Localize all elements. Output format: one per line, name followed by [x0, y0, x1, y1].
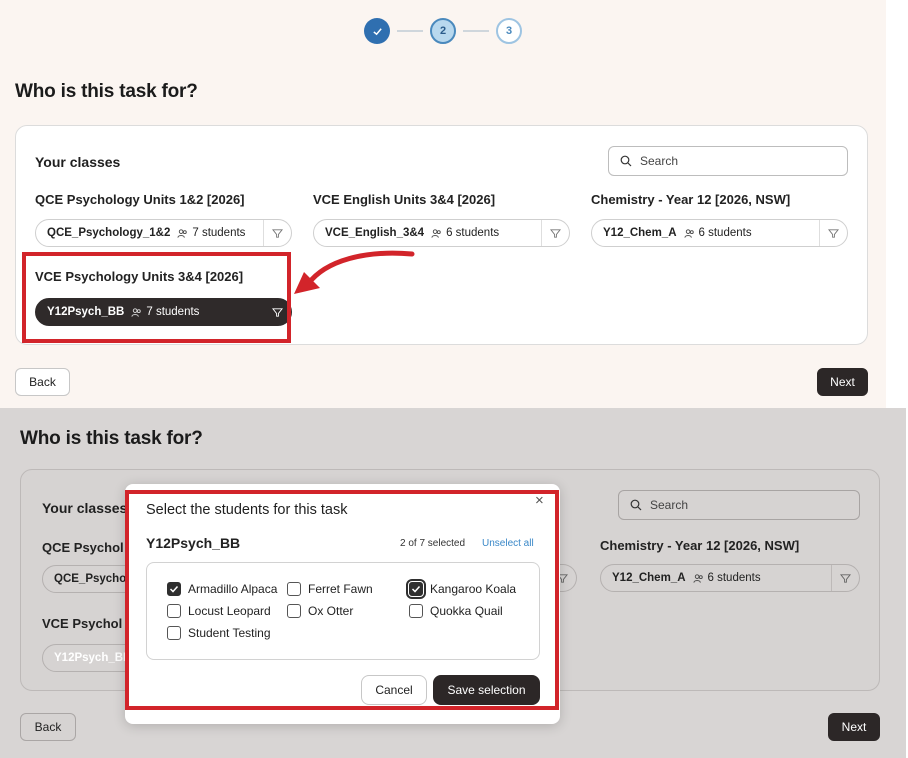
page-title: Who is this task for?: [15, 81, 198, 102]
class-title: VCE Psychol: [42, 616, 123, 631]
step-2-current: 2: [430, 18, 456, 44]
search-placeholder: Search: [640, 154, 679, 168]
student-count: 6 students: [446, 227, 500, 239]
class-code: Y12_Chem_A: [612, 572, 686, 584]
class-chip[interactable]: Y12_Chem_A 6 students: [600, 564, 860, 592]
filter-icon[interactable]: [541, 220, 569, 246]
class-chip[interactable]: Y12_Chem_A 6 students: [591, 219, 848, 247]
class-code: VCE_English_3&4: [325, 227, 425, 239]
annotation-highlight-box: [125, 490, 559, 710]
filter-icon[interactable]: [819, 220, 847, 246]
step-3: 3: [496, 18, 522, 44]
annotation-arrow: [294, 250, 415, 294]
class-title: Chemistry - Year 12 [2026, NSW]: [600, 538, 800, 553]
step-connector: [463, 30, 489, 32]
class-title: Chemistry - Year 12 [2026, NSW]: [591, 192, 791, 207]
people-icon: [692, 573, 704, 584]
search-input[interactable]: Search: [608, 146, 848, 176]
search-icon: [630, 499, 642, 511]
your-classes-heading: Your classes: [35, 154, 121, 170]
next-button[interactable]: Next: [828, 713, 880, 741]
step-1-complete: [364, 18, 390, 44]
step-connector: [397, 30, 423, 32]
class-title: VCE English Units 3&4 [2026]: [313, 192, 496, 207]
class-code: Y12_Chem_A: [603, 227, 677, 239]
page-title: Who is this task for?: [20, 428, 203, 449]
annotation-highlight-box: [22, 252, 291, 343]
people-icon: [431, 228, 442, 239]
search-placeholder: Search: [650, 498, 689, 512]
filter-icon[interactable]: [263, 220, 291, 246]
back-button[interactable]: Back: [15, 368, 70, 396]
next-button[interactable]: Next: [817, 368, 868, 396]
class-code: QCE_Psychology_1&2: [47, 227, 171, 239]
search-icon: [620, 155, 632, 167]
search-input[interactable]: Search: [618, 490, 860, 520]
class-title: QCE Psychology Units 1&2 [2026]: [35, 192, 245, 207]
class-code: Y12Psych_BB: [54, 652, 132, 664]
your-classes-heading: Your classes: [42, 500, 128, 516]
checkmark-icon: [372, 27, 382, 35]
people-icon: [177, 228, 188, 239]
step2-screen: 2 3 Who is this task for? Your classes S…: [0, 0, 886, 408]
people-icon: [683, 228, 695, 239]
class-code: QCE_Psycho: [54, 573, 127, 585]
filter-icon[interactable]: [831, 565, 859, 591]
student-count: 6 students: [698, 227, 752, 239]
class-chip[interactable]: VCE_English_3&4 6 students: [313, 219, 570, 247]
class-title: QCE Psychol: [42, 540, 124, 555]
student-count: 7 students: [192, 227, 246, 239]
stepper: 2 3: [0, 18, 886, 44]
student-count: 6 students: [707, 572, 761, 584]
class-chip[interactable]: QCE_Psychology_1&2 7 students: [35, 219, 292, 247]
back-button[interactable]: Back: [20, 713, 76, 741]
